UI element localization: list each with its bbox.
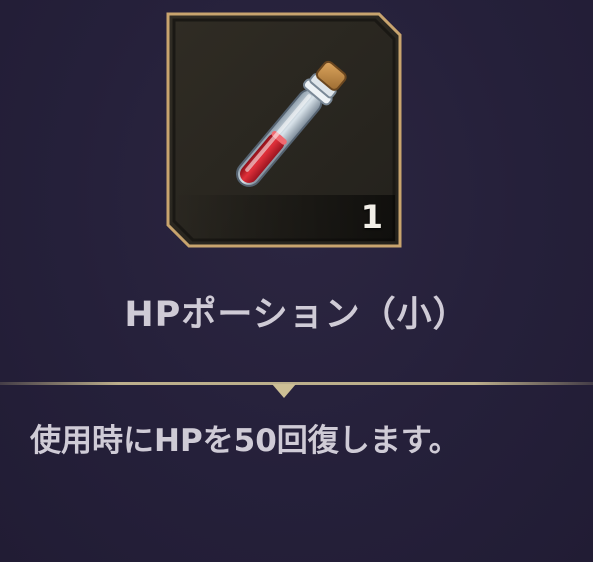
section-divider <box>0 382 593 398</box>
item-quantity: 1 <box>360 198 383 236</box>
item-tooltip-panel: 1 HPポーション（小） 使用時にHPを50回復します。 <box>0 0 593 562</box>
item-name: HPポーション（小） <box>124 295 469 335</box>
item-description: 使用時にHPを50回復します。 <box>30 423 460 459</box>
item-slot[interactable]: 1 <box>165 11 403 249</box>
red-potion-vial-icon <box>236 60 347 187</box>
